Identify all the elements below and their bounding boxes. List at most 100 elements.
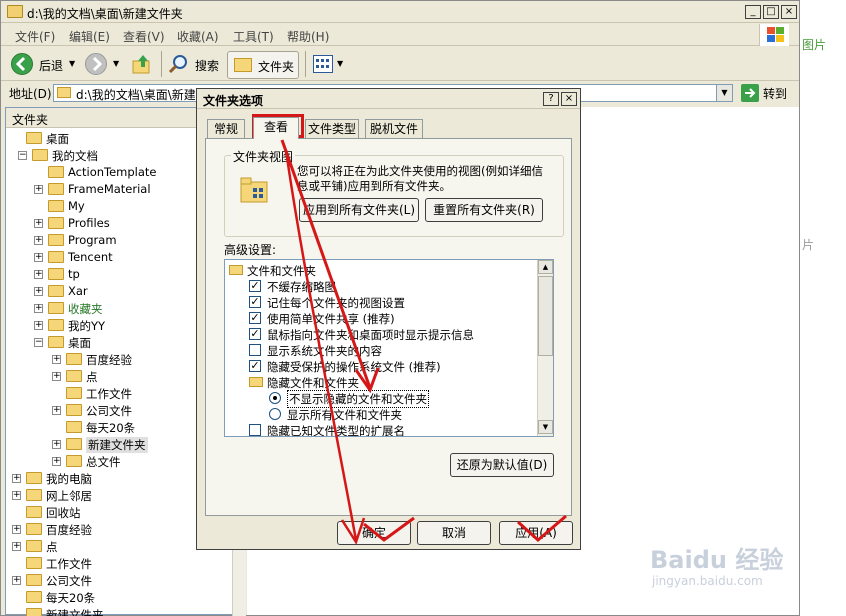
- menu-favorites[interactable]: 收藏(A): [177, 28, 219, 45]
- checkbox[interactable]: [249, 424, 261, 436]
- tab-offline-files[interactable]: 脱机文件: [365, 119, 423, 139]
- advanced-setting-item[interactable]: 不显示隐藏的文件和文件夹: [225, 390, 535, 408]
- advanced-setting-item[interactable]: ✓ 记住每个文件夹的视图设置: [225, 294, 535, 310]
- expand-icon[interactable]: +: [12, 491, 21, 500]
- collapse-icon[interactable]: −: [34, 338, 43, 347]
- advanced-setting-item[interactable]: ✓ 不缓存缩略图: [225, 278, 535, 294]
- advanced-setting-item[interactable]: 隐藏已知文件类型的扩展名: [225, 422, 535, 436]
- checkbox[interactable]: [249, 344, 261, 356]
- advanced-setting-item[interactable]: ✓ 鼠标指向文件夹和桌面项时显示提示信息: [225, 326, 535, 342]
- maximize-button[interactable]: □: [763, 5, 779, 19]
- windows-logo-icon: [759, 24, 789, 46]
- checkbox[interactable]: ✓: [249, 360, 261, 372]
- apply-button[interactable]: 应用(A): [499, 521, 573, 545]
- folder-icon: [26, 132, 42, 144]
- ok-button[interactable]: 确定: [337, 521, 411, 545]
- chevron-down-icon[interactable]: ▼: [69, 59, 75, 68]
- tab-general[interactable]: 常规: [207, 119, 245, 139]
- tree-item[interactable]: 新建文件夹: [6, 606, 232, 616]
- expand-icon[interactable]: +: [34, 219, 43, 228]
- scroll-thumb[interactable]: [538, 276, 553, 356]
- radio-button[interactable]: [269, 392, 281, 404]
- back-arrow-icon[interactable]: [11, 53, 33, 75]
- expand-icon[interactable]: +: [52, 457, 61, 466]
- go-arrow-icon[interactable]: [741, 84, 759, 102]
- folder-icon: [26, 506, 42, 518]
- expand-icon[interactable]: +: [34, 321, 43, 330]
- dialog-close-button[interactable]: ×: [561, 92, 577, 106]
- scroll-down-arrow-icon[interactable]: ▼: [538, 420, 553, 434]
- checkbox[interactable]: ✓: [249, 280, 261, 292]
- up-folder-icon[interactable]: [131, 53, 153, 75]
- expand-icon[interactable]: +: [34, 304, 43, 313]
- collapse-icon[interactable]: −: [18, 151, 27, 160]
- back-button[interactable]: 后退: [39, 57, 63, 74]
- advanced-setting-item[interactable]: ✓ 使用简单文件共享 (推荐): [225, 310, 535, 326]
- expand-icon[interactable]: +: [34, 185, 43, 194]
- folder-icon: [48, 319, 64, 331]
- expand-icon[interactable]: +: [12, 525, 21, 534]
- checkbox[interactable]: ✓: [249, 328, 261, 340]
- expand-icon[interactable]: +: [12, 542, 21, 551]
- menu-view[interactable]: 查看(V): [123, 28, 165, 45]
- tab-view[interactable]: 查看: [253, 117, 299, 139]
- advanced-setting-item[interactable]: 显示系统文件夹的内容: [225, 342, 535, 358]
- close-button[interactable]: ×: [781, 5, 797, 19]
- expand-icon[interactable]: +: [12, 474, 21, 483]
- tree-item-label: tp: [68, 267, 80, 281]
- advanced-setting-item[interactable]: 文件和文件夹: [225, 262, 535, 278]
- expand-icon[interactable]: +: [34, 253, 43, 262]
- expand-icon[interactable]: +: [34, 270, 43, 279]
- chevron-down-icon[interactable]: ▼: [337, 59, 343, 68]
- radio-button[interactable]: [269, 408, 281, 420]
- tree-item[interactable]: + 公司文件: [6, 572, 232, 589]
- menu-file[interactable]: 文件(F): [15, 28, 55, 45]
- expand-icon[interactable]: +: [12, 576, 21, 585]
- minimize-button[interactable]: _: [745, 5, 761, 19]
- scrollbar[interactable]: ▲ ▼: [537, 260, 553, 436]
- folders-button[interactable]: 文件夹: [227, 51, 299, 79]
- dropdown-arrow-icon[interactable]: ▼: [716, 85, 732, 101]
- expand-icon[interactable]: +: [52, 372, 61, 381]
- folder-icon: [48, 183, 64, 195]
- forward-arrow-icon[interactable]: [85, 53, 107, 75]
- folder-icon: [48, 166, 64, 178]
- checkbox[interactable]: ✓: [249, 312, 261, 324]
- expand-icon[interactable]: +: [52, 355, 61, 364]
- tree-item[interactable]: 工作文件: [6, 555, 232, 572]
- restore-defaults-button[interactable]: 还原为默认值(D): [450, 453, 554, 477]
- menu-edit[interactable]: 编辑(E): [69, 28, 110, 45]
- apply-to-all-folders-button[interactable]: 应用到所有文件夹(L): [299, 198, 419, 222]
- search-icon[interactable]: [167, 53, 189, 75]
- menu-tools[interactable]: 工具(T): [233, 28, 274, 45]
- expand-icon[interactable]: +: [52, 440, 61, 449]
- tree-item-label: 网上邻居: [46, 489, 92, 503]
- expand-icon[interactable]: +: [52, 406, 61, 415]
- folder-icon: [234, 58, 252, 72]
- advanced-setting-item[interactable]: 显示所有文件和文件夹: [225, 406, 535, 422]
- advanced-setting-item[interactable]: 隐藏文件和文件夹: [225, 374, 535, 390]
- search-button[interactable]: 搜索: [195, 57, 219, 74]
- menu-help[interactable]: 帮助(H): [287, 28, 329, 45]
- scroll-up-arrow-icon[interactable]: ▲: [538, 260, 553, 274]
- cancel-button[interactable]: 取消: [417, 521, 491, 545]
- folder-views-group: 文件夹视图 您可以将正在为此文件夹使用的视图(例如详细信息或平铺)应用到所有文件…: [224, 148, 564, 237]
- watermark-brand: Baidu 经验: [650, 546, 784, 574]
- folder-icon: [48, 234, 64, 246]
- help-button[interactable]: ?: [543, 92, 559, 106]
- dialog-title-bar: 文件夹选项 ? ×: [197, 89, 580, 109]
- advanced-setting-item[interactable]: ✓ 隐藏受保护的操作系统文件 (推荐): [225, 358, 535, 374]
- expand-icon[interactable]: +: [34, 287, 43, 296]
- reset-all-folders-button[interactable]: 重置所有文件夹(R): [425, 198, 543, 222]
- chevron-down-icon[interactable]: ▼: [113, 59, 119, 68]
- advanced-setting-label: 隐藏文件和文件夹: [267, 376, 359, 390]
- checkbox[interactable]: ✓: [249, 296, 261, 308]
- tree-item[interactable]: 每天20条: [6, 589, 232, 606]
- go-button[interactable]: 转到: [763, 85, 787, 102]
- views-icon[interactable]: [313, 55, 333, 73]
- tab-file-types[interactable]: 文件类型: [305, 119, 359, 139]
- tree-item-label: 工作文件: [46, 557, 92, 571]
- advanced-setting-label: 记住每个文件夹的视图设置: [267, 296, 405, 310]
- advanced-settings-list[interactable]: 文件和文件夹 ✓ 不缓存缩略图 ✓ 记住每个文件夹的视图设置 ✓ 使用简单文件共享 (推荐)…: [224, 259, 554, 437]
- expand-icon[interactable]: +: [34, 236, 43, 245]
